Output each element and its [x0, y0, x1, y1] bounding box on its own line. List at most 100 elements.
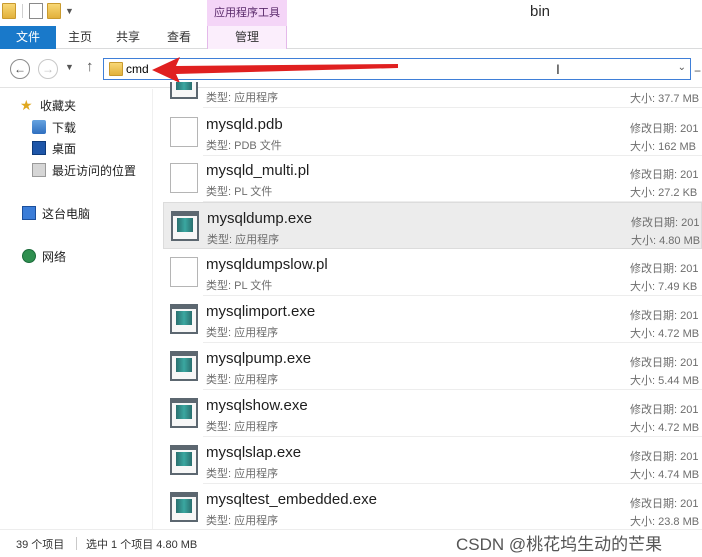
- sidebar-item-label: 下载: [52, 120, 77, 135]
- file-type: 类型: 应用程序: [206, 374, 279, 386]
- file-icon: [170, 163, 198, 193]
- file-type: 类型: 应用程序: [206, 327, 279, 339]
- file-icon: [170, 117, 198, 147]
- text-cursor-icon: Ι: [556, 61, 560, 77]
- exe-icon: [170, 398, 198, 428]
- toolbar-divider: [22, 4, 23, 18]
- tab-share[interactable]: 共享: [106, 26, 150, 49]
- recent-locations-icon[interactable]: ▼: [65, 62, 74, 72]
- sidebar-item-label: 这台电脑: [42, 206, 91, 221]
- new-folder-icon[interactable]: [47, 3, 61, 19]
- ribbon-tabs: 文件 主页 共享 查看 管理: [0, 26, 702, 49]
- recent-places-icon: [32, 163, 46, 177]
- file-date: 修改日期: 201: [630, 357, 699, 369]
- file-name: mysqltest_embedded.exe: [206, 491, 377, 508]
- sidebar-item-label: 桌面: [52, 141, 77, 156]
- this-pc-icon: [22, 206, 36, 220]
- chevron-down-icon[interactable]: ⌄: [678, 62, 686, 73]
- file-type: 类型: 应用程序: [206, 468, 279, 480]
- file-size: 大小: 27.2 KB: [630, 187, 698, 199]
- navigation-pane: ★ 收藏夹 下载 桌面 最近访问的位置 这台电脑 网络: [0, 89, 152, 529]
- exe-icon: [170, 492, 198, 522]
- sidebar-item-network[interactable]: 网络: [22, 246, 66, 266]
- file-size: 大小: 37.7 MB: [630, 93, 700, 105]
- file-size: 大小: 5.44 MB: [630, 375, 700, 387]
- file-size: 大小: 4.72 MB: [630, 422, 700, 434]
- selection-info: 选中 1 个项目 4.80 MB: [86, 539, 198, 551]
- file-row[interactable]: mysqldumpslow.pl 类型: PL 文件 修改日期: 201 大小:…: [163, 249, 702, 296]
- exe-icon: [170, 304, 198, 334]
- title-bar: ▼ 应用程序工具 bin: [0, 0, 702, 26]
- star-icon: ★: [20, 97, 33, 113]
- file-type: 类型: PL 文件: [206, 280, 273, 292]
- tab-file[interactable]: 文件: [0, 26, 56, 49]
- file-name: mysqld_multi.pl: [206, 162, 310, 179]
- file-size: 大小: 4.72 MB: [630, 328, 700, 340]
- file-name: mysqldumpslow.pl: [206, 256, 328, 273]
- sidebar-item-desktop[interactable]: 桌面: [32, 138, 76, 158]
- forward-button[interactable]: →: [38, 59, 58, 79]
- file-type: 类型: 应用程序: [207, 234, 280, 246]
- status-bar: 39 个项目 选中 1 个项目 4.80 MB CSDN @桃花坞生动的芒果: [0, 529, 702, 557]
- pane-divider[interactable]: [152, 89, 153, 529]
- file-date: 修改日期: 201: [630, 404, 699, 416]
- file-row[interactable]: mysqld.pdb 类型: PDB 文件 修改日期: 201 大小: 162 …: [163, 109, 702, 156]
- file-row[interactable]: mysqltest_embedded.exe 类型: 应用程序 修改日期: 20…: [163, 484, 702, 529]
- file-row[interactable]: mysqld_multi.pl 类型: PL 文件 修改日期: 201 大小: …: [163, 155, 702, 202]
- file-date: 修改日期: 201: [630, 123, 699, 135]
- chevron-down-icon[interactable]: ▼: [65, 6, 74, 16]
- file-date: 修改日期: 201: [630, 263, 699, 275]
- file-row[interactable]: mysqlslap.exe 类型: 应用程序 修改日期: 201 大小: 4.7…: [163, 437, 702, 484]
- tab-home[interactable]: 主页: [58, 26, 102, 49]
- file-list: 类型: 应用程序 大小: 37.7 MB mysqld.pdb 类型: PDB …: [163, 82, 702, 529]
- search-box-edge[interactable]: −: [694, 64, 701, 78]
- exe-icon: [171, 211, 199, 241]
- file-date: 修改日期: 201: [630, 498, 699, 510]
- downloads-icon: [32, 120, 46, 134]
- network-icon: [22, 249, 36, 263]
- file-icon: [170, 257, 198, 287]
- window-title: bin: [530, 3, 551, 20]
- row-divider: [203, 107, 702, 108]
- file-row[interactable]: mysqlimport.exe 类型: 应用程序 修改日期: 201 大小: 4…: [163, 296, 702, 343]
- exe-icon: [170, 445, 198, 475]
- file-name: mysqlimport.exe: [206, 303, 316, 320]
- annotation-arrow-icon: [152, 57, 398, 83]
- file-size: 大小: 23.8 MB: [630, 516, 700, 528]
- file-row[interactable]: mysqlpump.exe 类型: 应用程序 修改日期: 201 大小: 5.4…: [163, 343, 702, 390]
- folder-icon: [109, 62, 123, 76]
- sidebar-item-this-pc[interactable]: 这台电脑: [22, 203, 90, 223]
- up-arrow-icon[interactable]: ↑: [86, 58, 94, 75]
- file-type: 类型: 应用程序: [206, 92, 279, 104]
- sidebar-item-label: 最近访问的位置: [52, 163, 137, 178]
- file-date: 修改日期: 201: [631, 217, 700, 229]
- tab-view[interactable]: 查看: [155, 26, 203, 49]
- file-name: mysqlpump.exe: [206, 350, 312, 367]
- file-size: 大小: 7.49 KB: [630, 281, 698, 293]
- exe-icon: [170, 82, 198, 99]
- file-size: 大小: 4.80 MB: [631, 235, 701, 247]
- folder-icon: [2, 3, 16, 19]
- tab-manage[interactable]: 管理: [207, 26, 287, 49]
- file-row[interactable]: 类型: 应用程序 大小: 37.7 MB: [163, 82, 702, 108]
- file-row-selected[interactable]: mysqldump.exe 类型: 应用程序 修改日期: 201 大小: 4.8…: [163, 202, 702, 249]
- sidebar-item-favorites[interactable]: ★ 收藏夹: [20, 95, 76, 115]
- back-button[interactable]: ←: [10, 59, 30, 79]
- file-date: 修改日期: 201: [630, 451, 699, 463]
- properties-icon[interactable]: [29, 3, 43, 19]
- item-count: 39 个项目: [16, 539, 65, 551]
- sidebar-item-downloads[interactable]: 下载: [32, 117, 76, 137]
- file-name: mysqlslap.exe: [206, 444, 302, 461]
- file-type: 类型: 应用程序: [206, 515, 279, 527]
- watermark: CSDN @桃花坞生动的芒果: [456, 535, 663, 554]
- sidebar-item-recent-places[interactable]: 最近访问的位置: [32, 160, 136, 180]
- file-row[interactable]: mysqlshow.exe 类型: 应用程序 修改日期: 201 大小: 4.7…: [163, 390, 702, 437]
- file-name: mysqldump.exe: [207, 210, 313, 227]
- file-name: mysqlshow.exe: [206, 397, 308, 414]
- file-date: 修改日期: 201: [630, 169, 699, 181]
- desktop-icon: [32, 141, 46, 155]
- sidebar-item-label: 网络: [42, 249, 67, 264]
- file-type: 类型: PL 文件: [206, 186, 273, 198]
- file-type: 类型: 应用程序: [206, 421, 279, 433]
- sidebar-item-label: 收藏夹: [40, 98, 77, 113]
